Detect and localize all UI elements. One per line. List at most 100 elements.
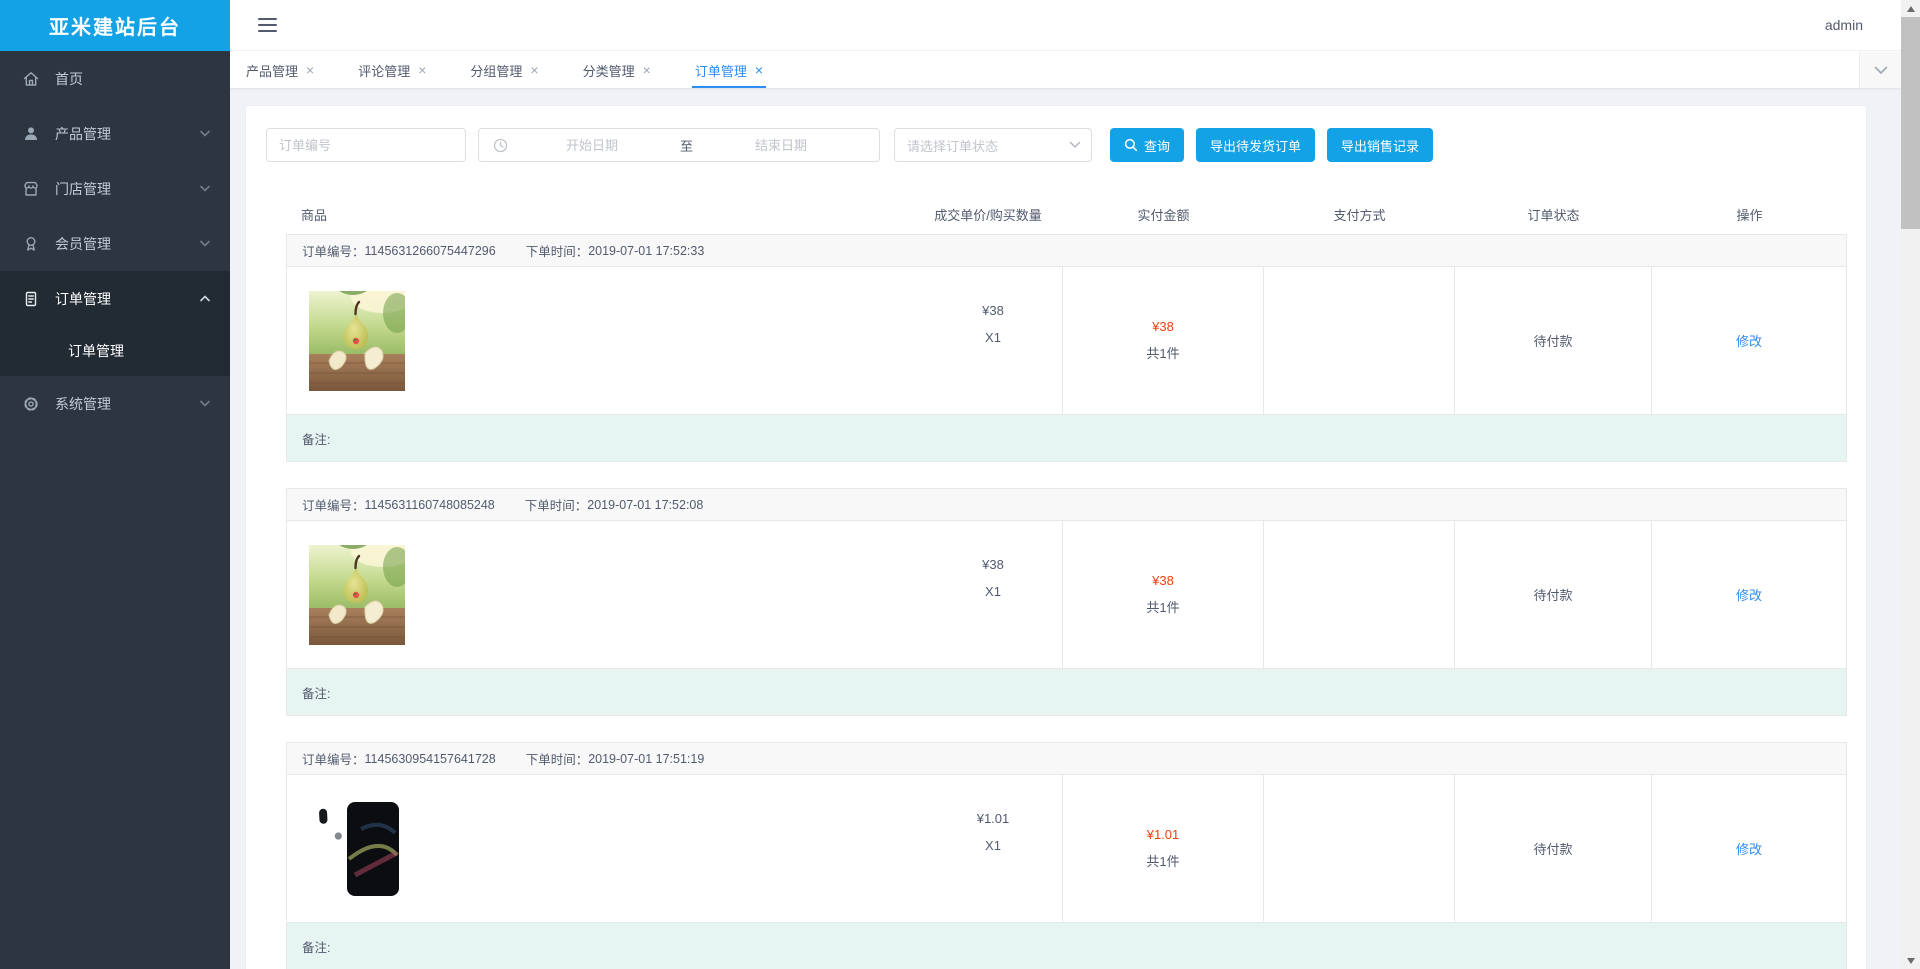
orders-table: 商品 成交单价/购买数量 实付金额 支付方式 订单状态 操作 订单编号： 1145… <box>286 194 1847 969</box>
order-status: 待付款 <box>1533 334 1573 349</box>
tab-close-icon[interactable]: × <box>530 63 538 77</box>
tab-label: 分类管理 <box>582 63 635 79</box>
tab-list-dropdown-button[interactable] <box>1859 52 1901 88</box>
scrollbar-down-arrow[interactable] <box>1901 952 1920 969</box>
order-document-icon <box>22 290 40 308</box>
user-icon <box>22 125 40 143</box>
modify-link[interactable]: 修改 <box>1736 839 1762 858</box>
order-block: 订单编号： 1145631266075447296 下单时间： 2019-07-01… <box>286 234 1847 462</box>
content-area: 至 请选择订单状态 查询 导出待发货订单 导出销售记录 <box>230 88 1901 969</box>
order-row: ¥38 X1 ¥38 共1件 待付款 修改 <box>286 521 1847 669</box>
paid-amount: ¥38 <box>1152 319 1174 334</box>
tab-close-icon[interactable]: × <box>418 63 426 77</box>
order-block: 订单编号： 1145630954157641728 下单时间： 2019-07-01… <box>286 742 1847 969</box>
product-image <box>309 544 405 645</box>
app-logo: 亚米建站后台 <box>0 0 230 51</box>
order-remark-row: 备注: <box>286 923 1847 969</box>
order-status-select[interactable]: 请选择订单状态 <box>894 128 1092 162</box>
chevron-down-icon <box>200 185 210 192</box>
order-header-bar: 订单编号： 1145631266075447296 下单时间： 2019-07-01… <box>286 234 1847 267</box>
col-actions: 操作 <box>1736 207 1763 223</box>
sidebar-item-label: 订单管理 <box>55 290 111 307</box>
tabbar: 产品管理 × 评论管理 × 分组管理 × 分类管理 × 订单管理 × <box>230 52 1901 88</box>
start-date-input[interactable] <box>508 137 676 153</box>
date-separator: 至 <box>680 138 694 154</box>
scrollbar-up-arrow[interactable] <box>1901 0 1920 17</box>
sidebar-item-products[interactable]: 产品管理 <box>0 106 230 161</box>
unit-price: ¥38 <box>982 557 1004 572</box>
tab-label: 订单管理 <box>694 63 747 79</box>
quantity: X1 <box>985 330 1001 345</box>
order-block: 订单编号： 1145631160748085248 下单时间： 2019-07-01… <box>286 488 1847 716</box>
order-status: 待付款 <box>1533 588 1573 603</box>
filter-bar: 至 请选择订单状态 查询 导出待发货订单 导出销售记录 <box>266 128 1846 162</box>
tab-category-management[interactable]: 分类管理 × <box>583 52 651 88</box>
export-sales-records-button[interactable]: 导出销售记录 <box>1327 128 1434 162</box>
tab-group-management[interactable]: 分组管理 × <box>470 52 538 88</box>
order-no-label: 订单编号： <box>302 753 365 767</box>
sidebar-item-home[interactable]: 首页 <box>0 51 230 106</box>
modify-link[interactable]: 修改 <box>1736 585 1762 604</box>
tab-comment-management[interactable]: 评论管理 × <box>358 52 426 88</box>
export-pending-orders-button[interactable]: 导出待发货订单 <box>1196 128 1316 162</box>
topbar: admin <box>230 0 1901 51</box>
order-no-label: 订单编号： <box>302 245 365 259</box>
order-time-value: 2019-07-01 17:52:33 <box>588 243 705 258</box>
tab-label: 分组管理 <box>470 63 523 79</box>
total-items: 共1件 <box>1146 600 1180 615</box>
quantity: X1 <box>985 838 1001 853</box>
tab-product-management[interactable]: 产品管理 × <box>246 52 314 88</box>
sidebar-item-stores[interactable]: 门店管理 <box>0 161 230 216</box>
tab-close-icon[interactable]: × <box>755 63 763 77</box>
store-icon <box>22 180 40 198</box>
date-range-picker[interactable]: 至 <box>478 128 880 162</box>
tab-close-icon[interactable]: × <box>643 63 651 77</box>
chevron-up-icon <box>200 295 210 302</box>
paid-amount: ¥1.01 <box>1146 827 1180 842</box>
search-button[interactable]: 查询 <box>1110 128 1185 162</box>
modify-link[interactable]: 修改 <box>1736 331 1762 350</box>
select-placeholder: 请选择订单状态 <box>907 138 999 154</box>
tab-order-management[interactable]: 订单管理 × <box>691 52 767 88</box>
end-date-input[interactable] <box>697 137 866 153</box>
table-header: 商品 成交单价/购买数量 实付金额 支付方式 订单状态 操作 <box>286 194 1847 234</box>
scrollbar-thumb[interactable] <box>1901 17 1920 229</box>
orders-panel: 至 请选择订单状态 查询 导出待发货订单 导出销售记录 <box>245 105 1867 969</box>
remark-label: 备注: <box>302 432 331 447</box>
tab-label: 产品管理 <box>246 63 299 79</box>
order-time-value: 2019-07-01 17:52:08 <box>587 497 704 512</box>
sidebar-item-label: 门店管理 <box>55 180 111 197</box>
unit-price: ¥1.01 <box>976 811 1010 826</box>
order-time-label: 下单时间： <box>524 499 588 513</box>
product-image <box>309 290 405 391</box>
chevron-down-icon <box>200 400 210 407</box>
orders-list: 订单编号： 1145631266075447296 下单时间： 2019-07-01… <box>286 234 1847 969</box>
order-row: ¥1.01 X1 ¥1.01 共1件 待付款 修改 <box>286 775 1847 923</box>
col-product: 商品 <box>301 207 328 223</box>
total-items: 共1件 <box>1146 854 1180 869</box>
sidebar-subitem-orders[interactable]: 订单管理 <box>0 326 230 376</box>
sidebar-item-system[interactable]: 系统管理 <box>0 376 230 431</box>
quantity: X1 <box>985 584 1001 599</box>
order-header-bar: 订单编号： 1145630954157641728 下单时间： 2019-07-01… <box>286 742 1847 775</box>
sidebar-item-label: 首页 <box>55 70 83 87</box>
paid-amount: ¥38 <box>1152 573 1174 588</box>
sidebar-group-orders: 订单管理 订单管理 <box>0 271 230 376</box>
order-no-value: 1145631266075447296 <box>364 243 496 258</box>
order-no-value: 1145631160748085248 <box>364 497 495 512</box>
tab-close-icon[interactable]: × <box>306 63 314 77</box>
sidebar-item-members[interactable]: 会员管理 <box>0 216 230 271</box>
page-scrollbar[interactable] <box>1901 0 1920 969</box>
chevron-down-icon <box>1874 66 1887 74</box>
sidebar: 亚米建站后台 首页 产品管理 门店管理 会员管理 订单管理 订单管理 系统管理 <box>0 0 230 969</box>
sidebar-subitem-label: 订单管理 <box>68 343 124 359</box>
sidebar-item-label: 会员管理 <box>55 235 111 252</box>
order-number-input[interactable] <box>266 128 466 162</box>
order-remark-row: 备注: <box>286 415 1847 462</box>
chevron-down-icon <box>200 240 210 247</box>
sidebar-item-orders[interactable]: 订单管理 <box>0 271 230 326</box>
remark-label: 备注: <box>302 940 331 955</box>
hamburger-menu-icon[interactable] <box>258 18 277 32</box>
user-menu[interactable]: admin <box>1825 17 1863 33</box>
chevron-down-icon <box>200 130 210 137</box>
